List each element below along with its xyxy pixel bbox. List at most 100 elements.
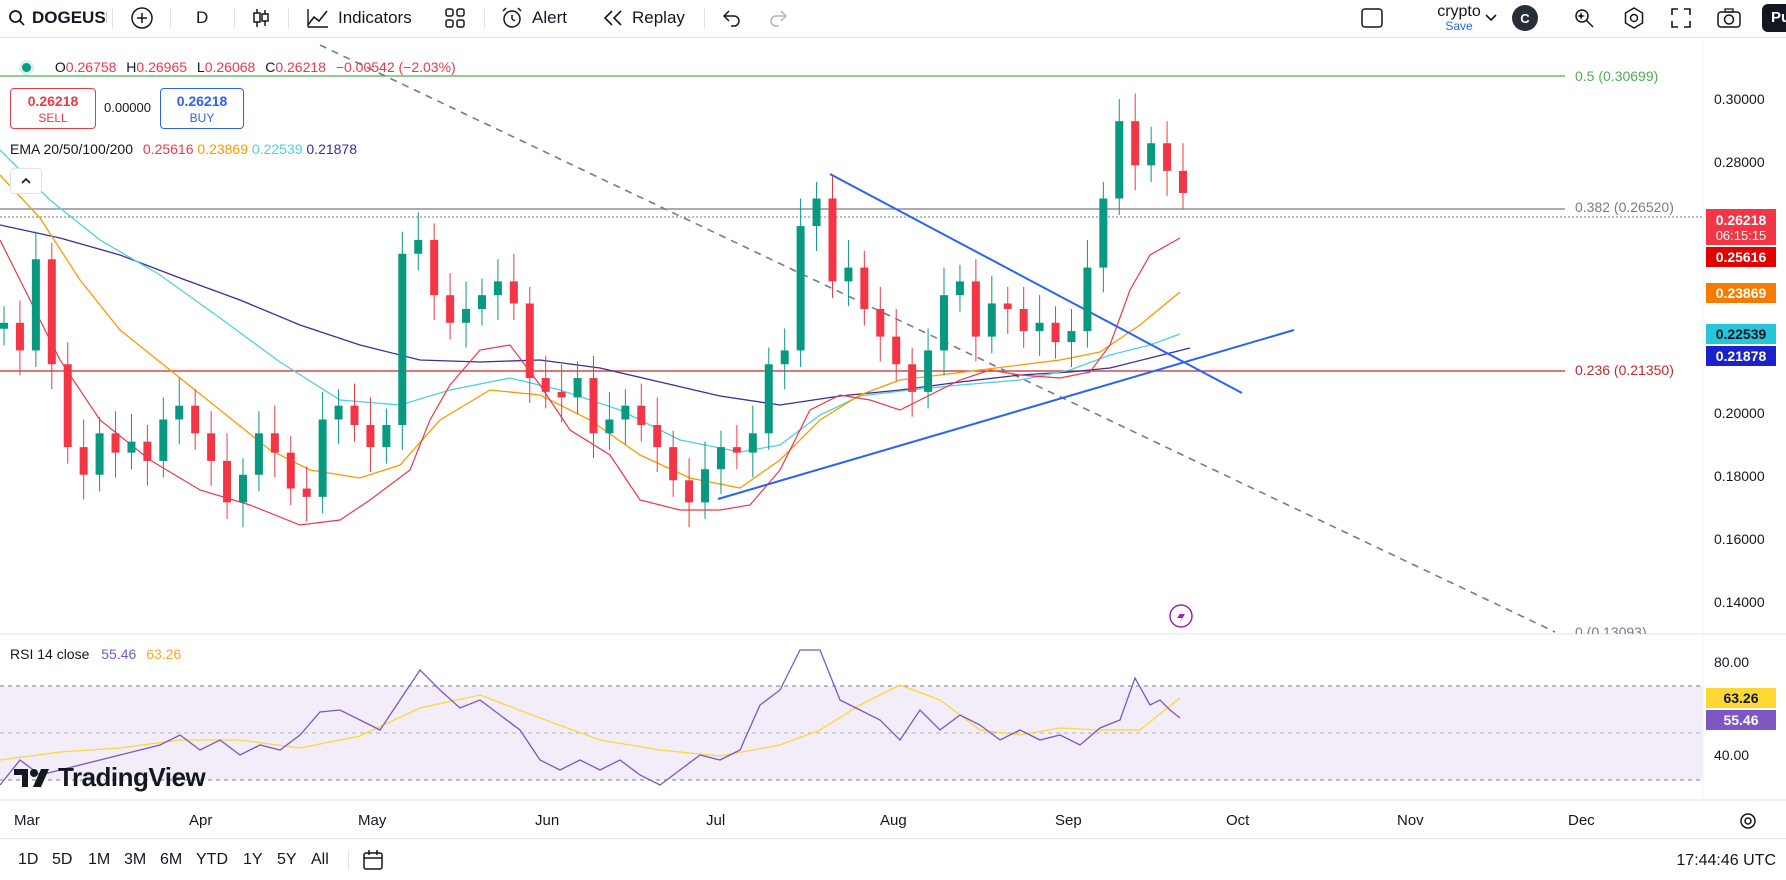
symbol-search[interactable]: DOGEUSD (8, 0, 107, 36)
interval-button[interactable]: D (196, 0, 208, 36)
undo-icon (722, 10, 740, 27)
buy-label: BUY (189, 111, 215, 125)
range-5y-button[interactable]: 5Y (277, 851, 297, 869)
candle-body (796, 226, 805, 351)
rewind-icon (603, 10, 622, 26)
settings-button[interactable] (1622, 0, 1646, 36)
replay-label: Replay (632, 8, 685, 27)
open-value: 0.26758 (65, 59, 117, 75)
indicators-button[interactable]: Indicators (306, 0, 412, 36)
candle-body (254, 433, 263, 475)
undo-button[interactable] (720, 0, 742, 36)
redo-button[interactable] (768, 0, 790, 36)
bar-countdown: 06:15:15 (1715, 227, 1767, 243)
rsi-ma-value: 63.26 (146, 646, 182, 662)
candle-body (270, 433, 279, 453)
ema200-value: 0.21878 (306, 141, 357, 157)
magnifier-sparkle-icon (1575, 9, 1594, 28)
candle-body (987, 303, 996, 337)
fib-label-0236: 0.236 (0.21350) (1575, 362, 1674, 378)
rsi-tick-80: 80.00 (1714, 654, 1750, 670)
ema50-tag: 0.23869 (1706, 283, 1776, 303)
collapse-legend-button[interactable] (10, 168, 42, 194)
range-6m-button[interactable]: 6M (160, 851, 182, 869)
candle-body (541, 378, 550, 392)
utc-clock[interactable]: 17:44:46 UTC (1676, 852, 1776, 870)
rsi-ma-tag: 63.26 (1706, 688, 1776, 708)
ema20-value: 0.25616 (142, 141, 194, 157)
low-value: 0.26068 (204, 59, 256, 75)
rsi-value-tag: 55.46 (1706, 710, 1776, 730)
plus-circle-icon (131, 7, 153, 29)
low-label: L (196, 59, 205, 75)
goto-date-button[interactable] (362, 849, 386, 876)
layout-menu-button[interactable] (1484, 0, 1498, 36)
axis-settings-button[interactable] (1738, 811, 1758, 836)
ema50-line (0, 174, 1181, 489)
candle-body (430, 239, 439, 296)
chart-canvas[interactable] (0, 40, 1786, 838)
ema200-tag: 0.21878 (1706, 346, 1776, 366)
range-3m-button[interactable]: 3M (124, 851, 146, 869)
last-price-tag: 0.26218 06:15:15 (1706, 209, 1776, 245)
rsi-value: 55.46 (101, 646, 137, 662)
candle-body (63, 364, 72, 448)
avatar[interactable]: C (1512, 5, 1538, 31)
fullscreen-button[interactable] (1670, 0, 1692, 36)
tradingview-wordmark: TradingView (58, 762, 206, 792)
range-all-button[interactable]: All (311, 851, 329, 869)
ema-legend[interactable]: EMA 20/50/100/200 0.25616 0.23869 0.2253… (10, 141, 357, 157)
candle-body (573, 378, 582, 398)
candle-body (1003, 303, 1012, 309)
range-5d-button[interactable]: 5D (52, 851, 72, 869)
candle-body (1083, 267, 1092, 332)
gear-icon (1740, 813, 1756, 829)
templates-button[interactable] (444, 0, 466, 36)
candle-body (302, 488, 311, 497)
indicators-icon (307, 9, 328, 28)
range-1m-button[interactable]: 1M (88, 851, 110, 869)
candle-body (908, 364, 917, 392)
candle-body (605, 419, 614, 434)
close-value: 0.26218 (275, 59, 326, 75)
interval-label: D (196, 8, 209, 27)
buy-button[interactable]: 0.26218 BUY (160, 88, 244, 129)
range-1d-button[interactable]: 1D (18, 851, 38, 869)
rsi-legend[interactable]: RSI 14 close 55.46 63.26 (10, 646, 181, 662)
snapshot-button[interactable] (1716, 0, 1742, 36)
compare-button[interactable] (130, 0, 154, 36)
candle-body (589, 378, 598, 434)
sell-label: SELL (38, 111, 68, 125)
layout-select-button[interactable] (1360, 0, 1384, 36)
price-tick: 0.14000 (1714, 594, 1765, 610)
publish-button[interactable]: Pu (1762, 4, 1786, 32)
chart-type-button[interactable] (250, 0, 272, 36)
indicators-label: Indicators (338, 8, 412, 27)
ohlc-legend: O0.26758 H0.26965 L0.26068 C0.26218 −0.0… (22, 59, 456, 75)
candle-body (828, 198, 837, 282)
candle-body (366, 425, 375, 448)
close-label: C (265, 59, 276, 75)
spread-value: 0.00000 (104, 100, 151, 115)
candle-body (477, 295, 486, 309)
sell-button[interactable]: 0.26218 SELL (10, 88, 96, 129)
candle-body (1115, 121, 1124, 199)
time-axis-label: Jun (535, 812, 560, 829)
rsi-tick-40: 40.00 (1714, 747, 1750, 763)
range-1y-button[interactable]: 1Y (243, 851, 263, 869)
price-tick: 0.16000 (1714, 531, 1765, 547)
divider (484, 8, 485, 28)
candle-body (318, 419, 327, 497)
range-ytd-button[interactable]: YTD (196, 851, 228, 869)
candle-body (15, 322, 24, 351)
candle-body (557, 391, 566, 398)
alert-button[interactable]: Alert (500, 0, 567, 36)
lower-trendline (717, 329, 1295, 500)
candle-body (637, 405, 646, 426)
candle-body (175, 405, 184, 420)
quick-search-button[interactable] (1572, 0, 1596, 36)
tradingview-logo[interactable]: TradingView (14, 762, 206, 793)
bottom-toolbar: 1D 5D 1M 3M 6M YTD 1Y 5Y All 17:44:46 UT… (0, 838, 1786, 880)
replay-button[interactable]: Replay (602, 0, 685, 36)
last-price-value: 0.26218 (1715, 211, 1767, 228)
